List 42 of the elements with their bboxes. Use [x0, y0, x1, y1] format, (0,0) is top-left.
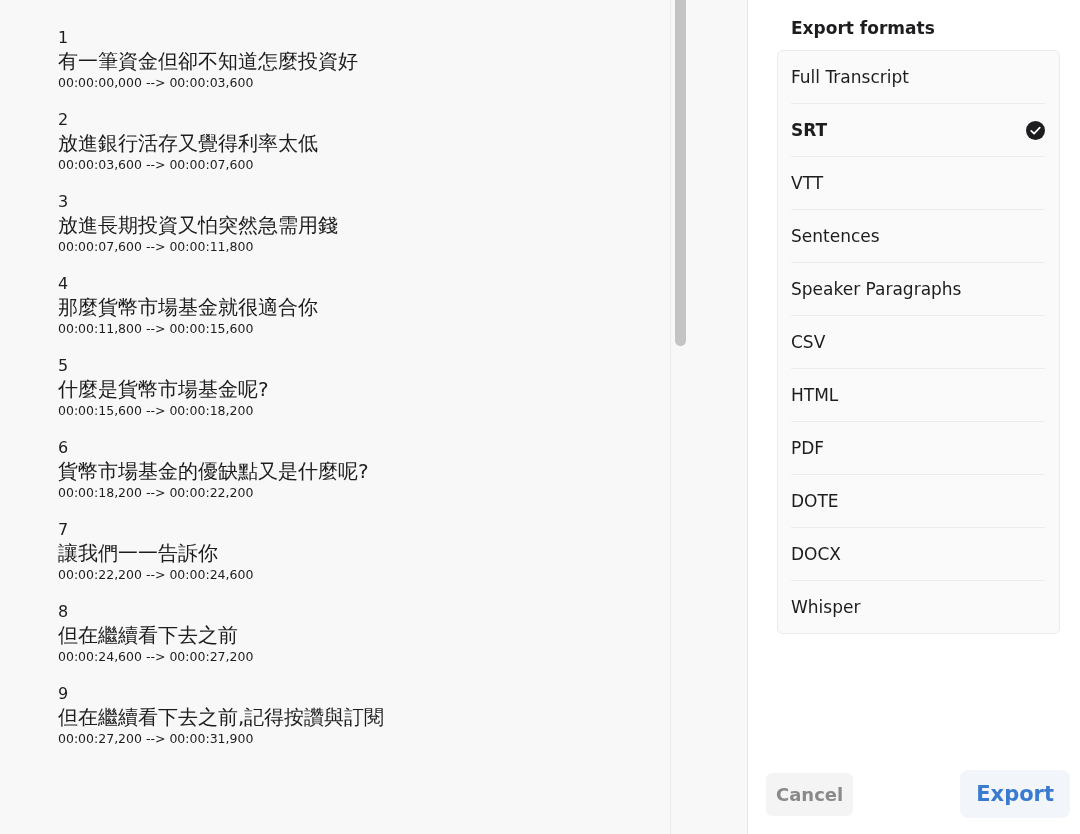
subtitle-text: 放進長期投資又怕突然急需用錢: [58, 212, 339, 238]
subtitle-timecode: 00:00:18,200 --> 00:00:22,200: [58, 484, 255, 502]
subtitle-text: 貨幣市場基金的優缺點又是什麼呢?: [58, 458, 370, 484]
format-option[interactable]: HTML: [791, 368, 1045, 421]
format-option[interactable]: Whisper: [791, 580, 1045, 633]
subtitle-index: 9: [58, 684, 70, 704]
panel-title: Export formats: [790, 18, 936, 40]
format-option[interactable]: VTT: [791, 156, 1045, 209]
format-option[interactable]: DOTE: [791, 474, 1045, 527]
format-option[interactable]: DOCX: [791, 527, 1045, 580]
subtitle-timecode: 00:00:11,800 --> 00:00:15,600: [58, 320, 255, 338]
subtitle-index: 4: [58, 274, 70, 294]
subtitle-index: 3: [58, 192, 70, 212]
subtitle-text: 有一筆資金但卻不知道怎麼投資好: [58, 48, 359, 74]
format-option[interactable]: PDF: [791, 421, 1045, 474]
subtitle-timecode: 00:00:27,200 --> 00:00:31,900: [58, 730, 255, 748]
subtitle-timecode: 00:00:22,200 --> 00:00:24,600: [58, 566, 255, 584]
format-option[interactable]: SRT: [791, 103, 1045, 156]
subtitle-timecode: 00:00:15,600 --> 00:00:18,200: [58, 402, 255, 420]
subtitle-index: 7: [58, 520, 70, 540]
subtitle-text: 那麼貨幣市場基金就很適合你: [58, 294, 319, 320]
format-option[interactable]: CSV: [791, 315, 1045, 368]
format-option[interactable]: Speaker Paragraphs: [791, 262, 1045, 315]
format-option[interactable]: Sentences: [791, 209, 1045, 262]
subtitle-timecode: 00:00:07,600 --> 00:00:11,800: [58, 238, 255, 256]
subtitle-timecode: 00:00:03,600 --> 00:00:07,600: [58, 156, 255, 174]
subtitle-index: 8: [58, 602, 70, 622]
subtitle-index: 1: [58, 28, 70, 48]
scrollbar-thumb[interactable]: [675, 0, 686, 346]
export-button[interactable]: Export: [960, 770, 1070, 818]
subtitle-index: 5: [58, 356, 70, 376]
subtitle-text: 什麼是貨幣市場基金呢?: [58, 376, 270, 402]
subtitle-index: 2: [58, 110, 70, 130]
subtitle-text: 放進銀行活存又覺得利率太低: [58, 130, 319, 156]
subtitle-timecode: 00:00:24,600 --> 00:00:27,200: [58, 648, 255, 666]
subtitle-text: 讓我們一一告訴你: [58, 540, 219, 566]
subtitle-index: 6: [58, 438, 70, 458]
subtitle-timecode: 00:00:00,000 --> 00:00:03,600: [58, 74, 255, 92]
subtitle-text: 但在繼續看下去之前: [58, 622, 239, 648]
format-option[interactable]: Full Transcript: [791, 51, 1045, 103]
subtitle-text: 但在繼續看下去之前,記得按讚與訂閱: [58, 704, 386, 730]
checkmark-icon: [1026, 120, 1045, 140]
